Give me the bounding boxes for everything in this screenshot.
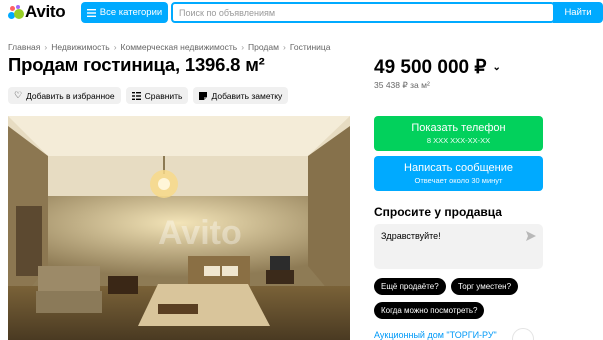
breadcrumb-separator: › xyxy=(113,42,117,52)
compare-label: Сравнить xyxy=(144,90,183,101)
breadcrumb-separator: › xyxy=(282,42,286,52)
note-icon xyxy=(199,91,208,100)
catalog-icon xyxy=(86,8,96,17)
logo-text: Avito xyxy=(25,2,66,21)
price-value: 49 500 000 ₽ xyxy=(374,57,487,78)
ask-seller-box: Здравствуйте! xyxy=(374,224,543,269)
ask-seller-title: Спросите у продавца xyxy=(374,205,502,219)
seller-name-link[interactable]: Аукционный дом "ТОРГИ-РУ" xyxy=(374,330,497,340)
avito-logo[interactable]: Avito xyxy=(8,2,66,21)
find-label: Найти xyxy=(564,7,592,18)
search-input[interactable] xyxy=(179,7,553,18)
heart-icon: ♡ xyxy=(14,90,23,100)
add-to-favorites-button[interactable]: ♡ Добавить в избранное xyxy=(8,87,121,104)
listing-actions: ♡ Добавить в избранное Сравнить Добавить… xyxy=(8,87,289,104)
all-categories-label: Все категории xyxy=(99,7,163,18)
masked-phone: 8 XXX XXX-XX-XX xyxy=(426,136,491,145)
listing-photo[interactable]: Avito xyxy=(8,116,350,340)
all-categories-button[interactable]: Все категории xyxy=(81,2,168,23)
breadcrumb-link[interactable]: Коммерческая недвижимость xyxy=(121,42,238,52)
breadcrumb-separator: › xyxy=(241,42,245,52)
seller-avatar[interactable] xyxy=(512,328,534,340)
ask-message-input[interactable]: Здравствуйте! xyxy=(374,224,543,269)
breadcrumb-separator: › xyxy=(44,42,48,52)
logo-dots-icon xyxy=(8,4,24,20)
quick-question-chip[interactable]: Когда можно посмотреть? xyxy=(374,302,485,319)
send-icon[interactable] xyxy=(526,231,536,241)
quick-question-chip[interactable]: Ещё продаёте? xyxy=(374,278,446,295)
photo-watermark: Avito xyxy=(158,214,242,252)
breadcrumb: Главная › Недвижимость › Коммерческая не… xyxy=(8,42,331,52)
add-note-button[interactable]: Добавить заметку xyxy=(193,87,289,104)
breadcrumb-link[interactable]: Гостиница xyxy=(290,42,331,52)
compare-button[interactable]: Сравнить xyxy=(125,87,189,104)
quick-question-chip[interactable]: Торг уместен? xyxy=(451,278,519,295)
write-message-button[interactable]: Написать сообщение Отвечает около 30 мин… xyxy=(374,156,543,191)
write-message-label: Написать сообщение xyxy=(404,162,513,174)
listing-title: Продам гостиница, 1396.8 м² xyxy=(8,54,265,75)
breadcrumb-link[interactable]: Недвижимость xyxy=(51,42,109,52)
show-phone-label: Показать телефон xyxy=(411,122,506,134)
response-time: Отвечает около 30 минут xyxy=(414,176,503,185)
price[interactable]: 49 500 000 ₽ ⌄ xyxy=(374,56,501,79)
show-phone-button[interactable]: Показать телефон 8 XXX XXX-XX-XX xyxy=(374,116,543,151)
price-per-sqm: 35 438 ₽ за м² xyxy=(374,80,430,90)
add-to-favorites-label: Добавить в избранное xyxy=(26,90,115,101)
compare-icon xyxy=(131,91,141,100)
chevron-down-icon[interactable]: ⌄ xyxy=(492,62,500,73)
find-button[interactable]: Найти xyxy=(553,2,603,23)
breadcrumb-link[interactable]: Главная xyxy=(8,42,40,52)
breadcrumb-link[interactable]: Продам xyxy=(248,42,279,52)
search-box[interactable] xyxy=(171,2,555,23)
add-note-label: Добавить заметку xyxy=(211,90,283,101)
